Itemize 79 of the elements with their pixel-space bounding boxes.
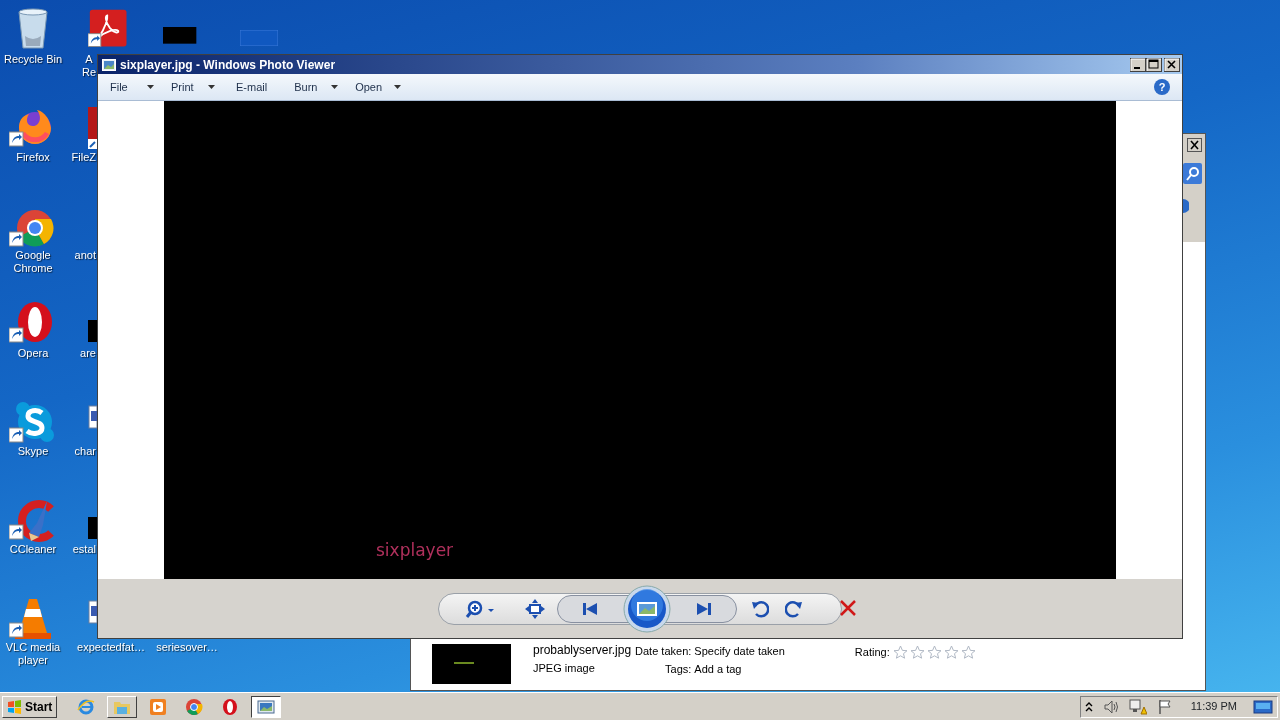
maximize-icon[interactable] <box>1146 57 1162 72</box>
menu-item[interactable]: E-mail <box>236 76 268 98</box>
close-icon[interactable] <box>1187 138 1202 152</box>
rotate-right-button[interactable] <box>785 598 803 619</box>
field-label: Tags: <box>665 663 692 676</box>
network-warning-icon[interactable] <box>1128 698 1147 715</box>
desktop-icon-label[interactable]: char <box>74 445 96 458</box>
fit-icon <box>525 598 545 619</box>
image-text: sixplayer <box>376 538 454 562</box>
desktop-icon-label[interactable]: anot <box>74 249 96 262</box>
chevron-icon[interactable] <box>1084 701 1093 712</box>
start-button[interactable]: Start <box>2 695 58 718</box>
desktop-icon-label[interactable]: are <box>80 347 96 360</box>
menu-item[interactable]: File <box>110 76 154 98</box>
previous-button[interactable] <box>557 594 629 623</box>
document-icon[interactable] <box>88 600 98 624</box>
menu-item[interactable]: Burn <box>294 76 339 98</box>
desktop-icon-label[interactable]: Opera <box>0 347 66 360</box>
menu-item[interactable]: Print <box>171 76 215 98</box>
caret-icon <box>208 85 215 89</box>
desktop-icon-label[interactable]: Google Chrome <box>0 249 66 275</box>
slideshow-icon <box>623 584 671 633</box>
play-icon <box>149 697 168 716</box>
window-title: sixplayer.jpg - Windows Photo Viewer <box>120 56 336 74</box>
date-link[interactable]: Specify date taken <box>694 645 785 658</box>
rating-star[interactable] <box>892 645 908 659</box>
rating-star[interactable] <box>909 645 925 659</box>
file-type: JPEG image <box>533 662 596 675</box>
next-button[interactable] <box>665 594 737 623</box>
rotate-left-button[interactable] <box>751 598 769 619</box>
taskbar-button[interactable] <box>251 695 282 718</box>
rotate-left-icon <box>751 598 769 619</box>
windows-logo-icon <box>7 699 22 714</box>
rating-star[interactable] <box>960 645 976 659</box>
desktop-icon-label[interactable]: Firefox <box>0 151 66 164</box>
desktop-icon-label[interactable]: CCleaner <box>0 543 66 556</box>
desktop-icon-label[interactable]: Skype <box>0 445 66 458</box>
file-thumbnail-icon[interactable] <box>88 320 98 342</box>
desktop-icon-label[interactable]: FileZ <box>71 151 96 164</box>
rating-star[interactable] <box>943 645 959 659</box>
caret-icon <box>331 85 339 89</box>
previous-icon <box>557 594 629 623</box>
flag-icon[interactable] <box>1156 698 1173 715</box>
file-name: probablyserver.jpg <box>533 644 632 657</box>
field-label: Date taken: <box>635 645 692 658</box>
desktop-icon-label[interactable]: expectedfat… <box>72 641 150 654</box>
file-thumbnail-icon[interactable] <box>240 30 278 46</box>
photo-icon <box>257 697 276 716</box>
desktop-icon-label[interactable]: VLC media player <box>0 641 66 667</box>
document-icon[interactable] <box>88 405 98 429</box>
color-wheel-icon <box>185 697 204 716</box>
rotate-right-icon <box>785 598 803 619</box>
photo-icon <box>102 58 116 71</box>
desktop-icon-label[interactable]: A Re <box>80 53 98 79</box>
brush-c-icon[interactable] <box>9 497 57 545</box>
o-ring-icon <box>221 697 240 716</box>
help-button[interactable]: ? <box>1154 79 1170 95</box>
slideshow-button[interactable] <box>623 584 671 633</box>
tag-link[interactable]: Add a tag <box>694 663 742 676</box>
speaker-icon[interactable] <box>1102 698 1119 715</box>
rating-star[interactable] <box>926 645 942 659</box>
minimize-icon[interactable] <box>1130 57 1146 72</box>
caret-icon <box>147 85 154 89</box>
next-icon <box>665 594 737 623</box>
desktop-icon-label[interactable]: estal <box>72 543 96 556</box>
caret-icon <box>394 85 402 89</box>
fit-button[interactable] <box>525 598 545 619</box>
desktop-icon-label[interactable]: Recycle Bin <box>0 53 66 66</box>
globe-e-icon <box>77 697 96 716</box>
field-label: Rating: <box>854 645 890 659</box>
close-icon[interactable] <box>1164 57 1180 72</box>
clock[interactable]: 11:39 PM <box>1190 698 1237 715</box>
show-desktop-icon[interactable] <box>1253 698 1273 715</box>
round-button-icon[interactable] <box>1183 199 1189 213</box>
desktop-icon-label[interactable]: seriesover… <box>152 641 222 654</box>
app-icon[interactable] <box>88 105 97 149</box>
search-icon[interactable] <box>1183 163 1202 184</box>
file-thumbnail-icon[interactable] <box>88 517 98 539</box>
menu-item[interactable]: Open <box>355 76 402 98</box>
